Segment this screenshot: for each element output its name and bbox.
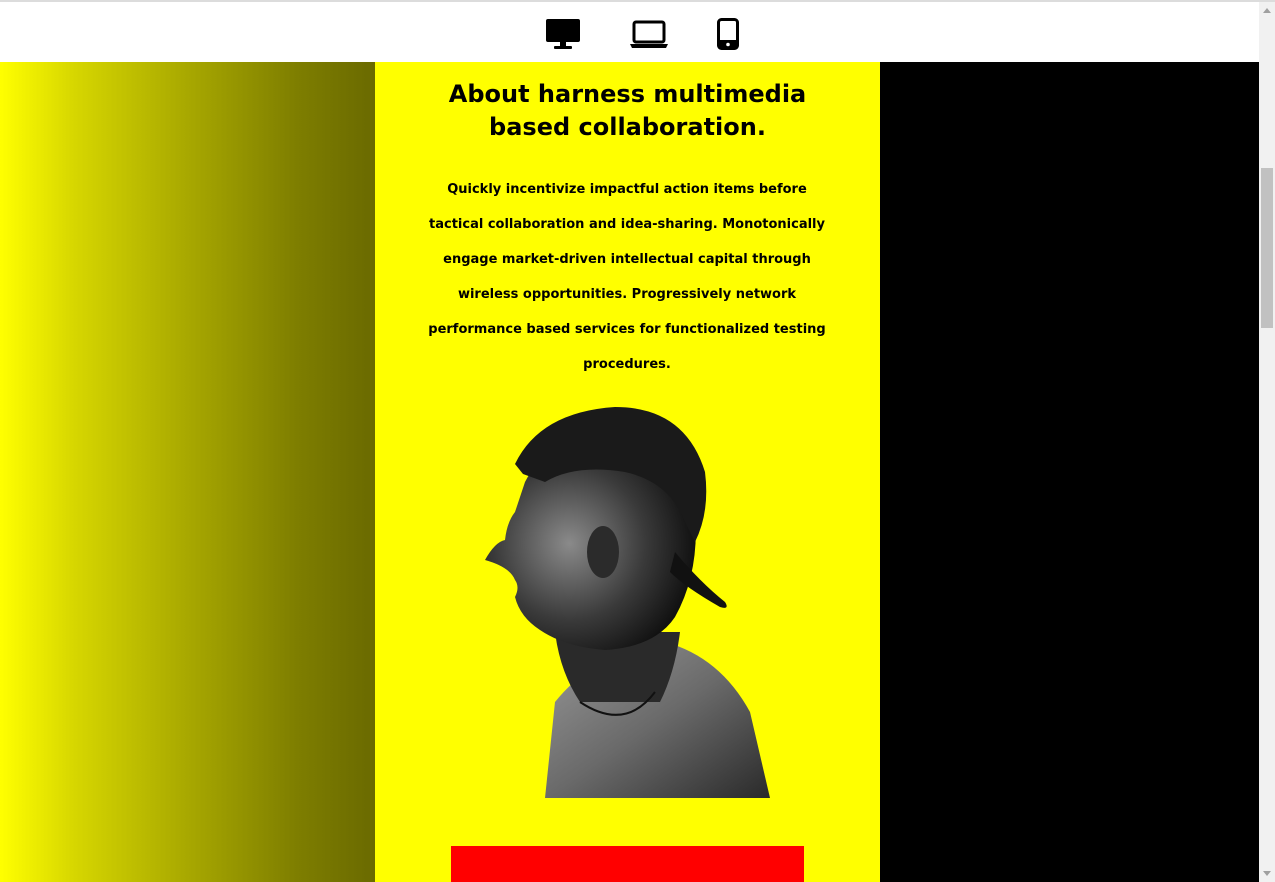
scroll-up-arrow[interactable]	[1259, 2, 1275, 18]
scrollbar-thumb[interactable]	[1261, 168, 1273, 328]
right-black-panel	[880, 62, 1259, 882]
desktop-view-button[interactable]	[545, 16, 581, 52]
tablet-view-button[interactable]	[717, 16, 739, 52]
chevron-up-icon	[1263, 8, 1271, 13]
device-toolbar	[0, 2, 1259, 62]
laptop-view-button[interactable]	[629, 16, 669, 52]
scroll-down-arrow[interactable]	[1259, 866, 1275, 882]
chevron-down-icon	[1263, 871, 1271, 876]
cta-button[interactable]	[451, 846, 804, 882]
left-gradient-panel	[0, 62, 375, 882]
about-heading: About harness multimedia based collabora…	[435, 78, 820, 144]
heading-line-1: About harness multimedia	[448, 80, 807, 108]
heading-line-2: based collaboration.	[489, 113, 766, 141]
laptop-icon	[630, 20, 668, 48]
person-profile-image	[485, 407, 770, 798]
about-section: About harness multimedia based collabora…	[375, 62, 880, 882]
tablet-icon	[717, 18, 739, 50]
desktop-icon	[546, 19, 580, 49]
vertical-scrollbar[interactable]	[1259, 2, 1275, 882]
about-body-text: Quickly incentivize impactful action ite…	[428, 182, 826, 372]
